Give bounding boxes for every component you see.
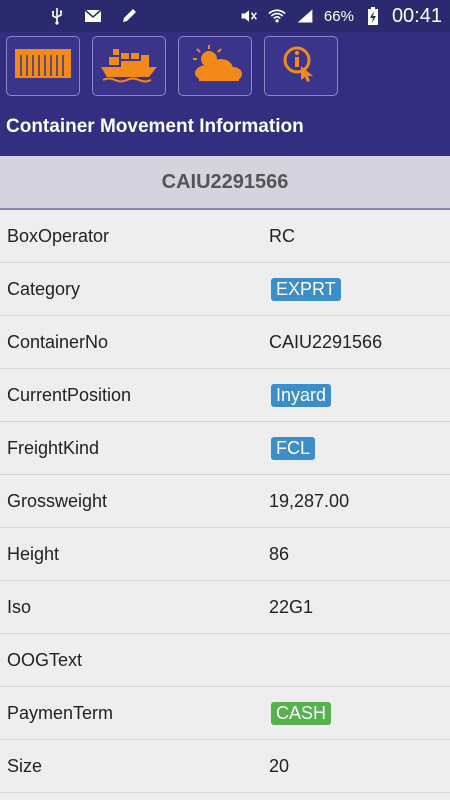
- field-label: Category: [7, 278, 81, 299]
- field-value-cell: 19,287.00: [269, 491, 349, 512]
- field-value-cell: RC: [269, 226, 295, 247]
- signal-icon: [296, 7, 314, 25]
- field-label: FreightKind: [7, 437, 100, 458]
- battery-charging-icon: [364, 7, 382, 25]
- detail-row: OOGText: [0, 634, 450, 687]
- field-value: 20: [269, 755, 290, 776]
- container-id-header: CAIU2291566: [0, 156, 450, 210]
- field-label: Iso: [7, 596, 32, 617]
- weather-button[interactable]: [178, 36, 252, 96]
- details-list: BoxOperator RC Category EXPRT ContainerNo CAI…: [0, 210, 450, 793]
- field-value-cell: 86: [269, 544, 289, 565]
- field-value: 22G1: [269, 596, 314, 617]
- container-button[interactable]: [6, 36, 80, 96]
- detail-row: Grossweight 19,287.00: [0, 475, 450, 528]
- info-button[interactable]: [264, 36, 338, 96]
- field-value-cell: EXPRT: [269, 277, 341, 301]
- container-icon: [13, 46, 73, 86]
- detail-row: BoxOperator RC: [0, 210, 450, 263]
- status-badge: Inyard: [271, 383, 332, 407]
- field-value: 86: [269, 543, 290, 564]
- field-value-cell: FCL: [269, 436, 316, 460]
- field-value: 19,287.00: [269, 490, 350, 511]
- mail-icon: [84, 7, 102, 25]
- field-value-cell: 22G1: [269, 597, 313, 618]
- info-touch-icon: [281, 44, 321, 88]
- field-value-cell: CAIU2291566: [269, 332, 382, 353]
- field-label: Size: [7, 755, 43, 776]
- page-title: Container Movement Information: [6, 116, 304, 137]
- ship-icon: [99, 45, 159, 87]
- detail-row: ContainerNo CAIU2291566: [0, 316, 450, 369]
- field-label: CurrentPosition: [7, 384, 132, 405]
- detail-row: Iso 22G1: [0, 581, 450, 634]
- detail-row: FreightKind FCL: [0, 422, 450, 475]
- field-label: BoxOperator: [7, 225, 110, 246]
- detail-row: PaymenTerm CASH: [0, 687, 450, 740]
- usb-icon: [48, 7, 66, 25]
- field-label: ContainerNo: [7, 331, 109, 352]
- app-header: Container Movement Information: [0, 32, 450, 156]
- field-value-cell: 20: [269, 756, 289, 777]
- field-label: OOGText: [7, 649, 83, 670]
- clock: 00:41: [391, 4, 442, 27]
- status-badge: CASH: [271, 701, 332, 725]
- status-notifications: [48, 7, 138, 25]
- wifi-icon: [268, 7, 286, 25]
- pencil-icon: [120, 7, 138, 25]
- detail-row: Category EXPRT: [0, 263, 450, 316]
- field-label: PaymenTerm: [7, 702, 114, 723]
- status-badge: FCL: [271, 436, 316, 460]
- field-value: CAIU2291566: [269, 331, 383, 352]
- detail-row: Size 20: [0, 740, 450, 793]
- weather-icon: [187, 45, 243, 87]
- status-bar: 66% 00:41: [0, 0, 450, 32]
- field-label: Grossweight: [7, 490, 108, 511]
- field-label: Height: [7, 543, 60, 564]
- detail-row: Height 86: [0, 528, 450, 581]
- toolbar: [0, 36, 450, 96]
- status-system: 66% 00:41: [240, 5, 442, 28]
- mute-icon: [240, 7, 258, 25]
- field-value-cell: Inyard: [269, 383, 332, 407]
- detail-row: CurrentPosition Inyard: [0, 369, 450, 422]
- field-value: RC: [269, 225, 295, 246]
- vessel-button[interactable]: [92, 36, 166, 96]
- battery-percent: 66%: [323, 7, 354, 25]
- field-value-cell: CASH: [269, 701, 332, 725]
- status-badge: EXPRT: [271, 277, 341, 301]
